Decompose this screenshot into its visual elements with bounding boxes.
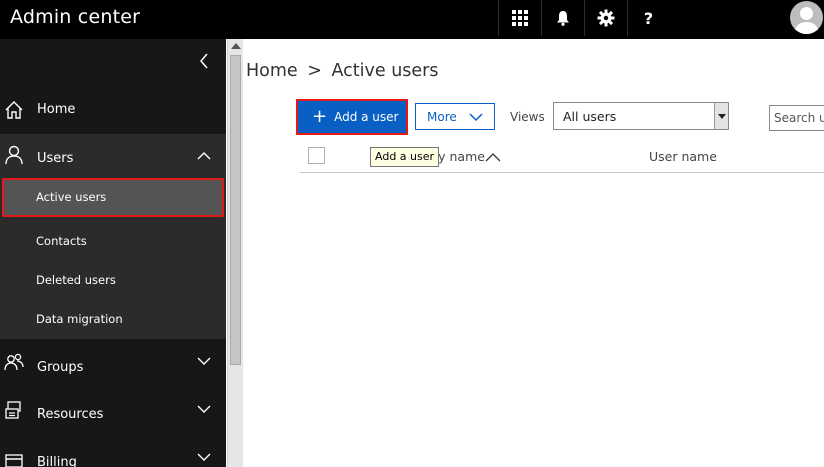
views-selected-value: All users (563, 109, 617, 124)
sidebar-subitem-contacts[interactable]: Contacts (0, 222, 226, 261)
column-header-user-name[interactable]: User name (649, 149, 717, 164)
scrollbar-thumb[interactable] (230, 55, 241, 365)
sidebar-subitem-label: Deleted users (36, 273, 116, 287)
tooltip: Add a user (370, 147, 440, 167)
sidebar: Home Users Active users Contacts Deleted… (0, 39, 226, 467)
sort-ascending-icon (485, 153, 501, 162)
user-icon (5, 145, 23, 165)
search-placeholder: Search u (774, 111, 824, 125)
users-group: Users Active users Contacts Deleted user… (0, 134, 226, 339)
sidebar-subitem-active-users[interactable]: Active users (2, 178, 224, 217)
notifications-button[interactable] (541, 0, 583, 36)
resources-icon (5, 401, 21, 419)
billing-icon (5, 454, 23, 467)
scroll-up-icon[interactable] (231, 43, 241, 49)
dropdown-arrow-icon[interactable] (714, 103, 728, 129)
plus-icon: + (312, 106, 328, 127)
add-user-button[interactable]: + Add a user (296, 99, 408, 135)
sidebar-subitem-label: Contacts (36, 234, 87, 248)
sidebar-item-resources[interactable]: Resources (0, 389, 226, 437)
sidebar-scrollbar[interactable] (227, 39, 243, 467)
help-button[interactable]: ? (627, 0, 669, 36)
notifications-icon (556, 11, 569, 26)
breadcrumb: Home > Active users (246, 61, 443, 81)
sidebar-item-users[interactable]: Users (0, 134, 226, 182)
sidebar-item-label: Groups (37, 360, 84, 375)
breadcrumb-home[interactable]: Home (246, 61, 298, 81)
sidebar-item-label: Home (37, 102, 76, 117)
user-avatar-icon (794, 7, 819, 34)
home-icon (5, 101, 23, 119)
views-select[interactable]: All users (553, 102, 729, 130)
select-all-checkbox[interactable] (308, 147, 325, 164)
search-input[interactable]: Search u (769, 105, 824, 131)
chevron-down-icon (197, 357, 211, 365)
sidebar-item-home[interactable]: Home (0, 87, 226, 135)
sidebar-item-label: Billing (37, 455, 77, 467)
settings-button[interactable] (584, 0, 626, 36)
breadcrumb-current: Active users (331, 61, 439, 81)
chevron-up-icon (197, 152, 211, 160)
help-icon: ? (643, 8, 654, 28)
chevron-down-icon (197, 453, 211, 461)
sidebar-item-label: Resources (37, 407, 104, 422)
chevron-down-icon (197, 405, 211, 413)
more-label: More (427, 109, 457, 124)
settings-icon (597, 9, 614, 27)
app-title: Admin center (10, 6, 141, 28)
views-label: Views (510, 110, 545, 124)
app-launcher-icon (511, 10, 528, 26)
avatar[interactable] (790, 1, 823, 34)
breadcrumb-separator: > (307, 61, 322, 81)
sidebar-subitem-label: Data migration (36, 312, 123, 326)
main-content: Home > Active users + Add a user More Vi… (244, 39, 824, 467)
groups-icon (4, 353, 24, 371)
chevron-down-icon (469, 113, 483, 122)
sidebar-item-label: Users (37, 151, 74, 166)
more-button[interactable]: More (415, 103, 495, 130)
sidebar-item-billing[interactable]: Billing (0, 437, 226, 467)
collapse-sidebar-icon[interactable] (196, 52, 212, 70)
top-bar: Admin center ? (0, 0, 824, 39)
sidebar-subitem-data-migration[interactable]: Data migration (0, 300, 226, 339)
add-user-label: Add a user (334, 110, 399, 124)
sidebar-subitem-label: Active users (36, 190, 107, 204)
sidebar-subitem-deleted-users[interactable]: Deleted users (0, 261, 226, 300)
sidebar-item-groups[interactable]: Groups (0, 341, 226, 389)
app-launcher-button[interactable] (498, 0, 540, 36)
